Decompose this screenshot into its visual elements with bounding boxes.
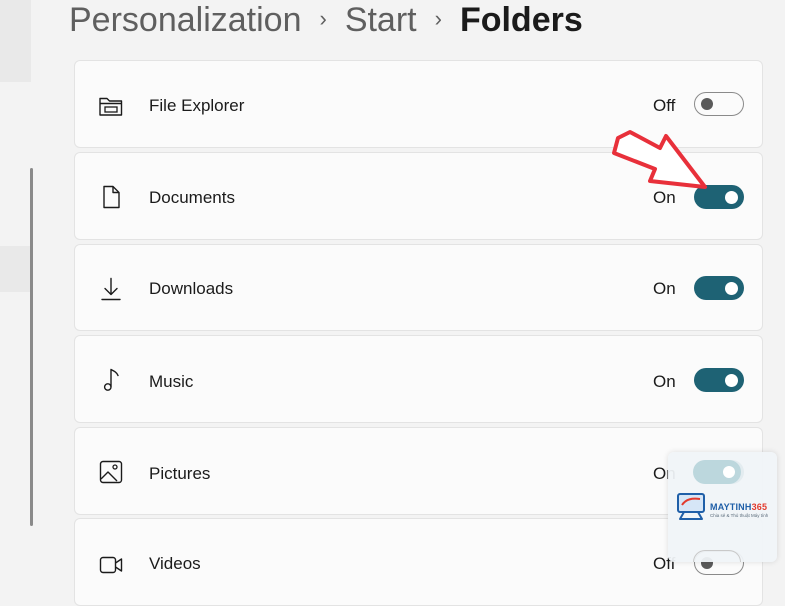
- document-icon: [103, 185, 120, 209]
- breadcrumb-separator-icon: ›: [434, 6, 442, 31]
- watermark-brand: MAYTINH365: [710, 502, 768, 512]
- toggle-knob: [701, 98, 713, 110]
- folder-label: Pictures: [149, 464, 211, 483]
- watermark-logo: MAYTINH365 Chia sẻ & Thủ thuật Máy tính: [668, 452, 777, 562]
- video-icon: [99, 556, 123, 574]
- watermark-tagline: Chia sẻ & Thủ thuật Máy tính: [710, 513, 769, 518]
- faded-toggle: [693, 460, 741, 484]
- downloads-toggle[interactable]: [694, 276, 744, 300]
- setting-row-downloads: Downloads On: [74, 244, 763, 331]
- folder-label: Music: [149, 372, 194, 391]
- toggle-knob: [725, 281, 738, 295]
- breadcrumb-start[interactable]: Start: [345, 1, 417, 40]
- nav-scrollbar[interactable]: [30, 168, 33, 526]
- file-explorer-icon: [99, 97, 123, 116]
- toggle-knob: [725, 373, 738, 387]
- toggle-state-text: On: [653, 372, 676, 391]
- setting-row-pictures: Pictures On: [74, 427, 763, 515]
- folder-label: Videos: [149, 554, 201, 573]
- nav-item-selected-background: [0, 246, 31, 292]
- folder-label: Downloads: [149, 279, 234, 298]
- folder-label: File Explorer: [149, 96, 245, 115]
- setting-row-videos: Videos Off: [74, 518, 763, 606]
- file-explorer-toggle[interactable]: [694, 92, 744, 116]
- download-icon: [101, 277, 121, 301]
- faded-toggle: [693, 550, 741, 562]
- music-note-icon: [103, 368, 119, 391]
- breadcrumb-separator-icon: ›: [319, 6, 327, 31]
- music-toggle[interactable]: [694, 368, 744, 392]
- nav-item-background: [0, 0, 31, 82]
- page-title: Folders: [459, 0, 583, 39]
- breadcrumb-personalization[interactable]: Personalization: [69, 1, 301, 40]
- monitor-logo-icon: [677, 493, 705, 520]
- annotation-arrow-icon: [612, 130, 707, 189]
- breadcrumb: Personalization › Start › Folders: [69, 0, 583, 46]
- toggle-knob: [725, 190, 738, 204]
- toggle-state-text: On: [653, 279, 676, 298]
- folder-label: Documents: [149, 188, 235, 207]
- toggle-state-text: Off: [653, 96, 676, 115]
- setting-row-music: Music On: [74, 335, 763, 423]
- picture-icon: [99, 460, 123, 484]
